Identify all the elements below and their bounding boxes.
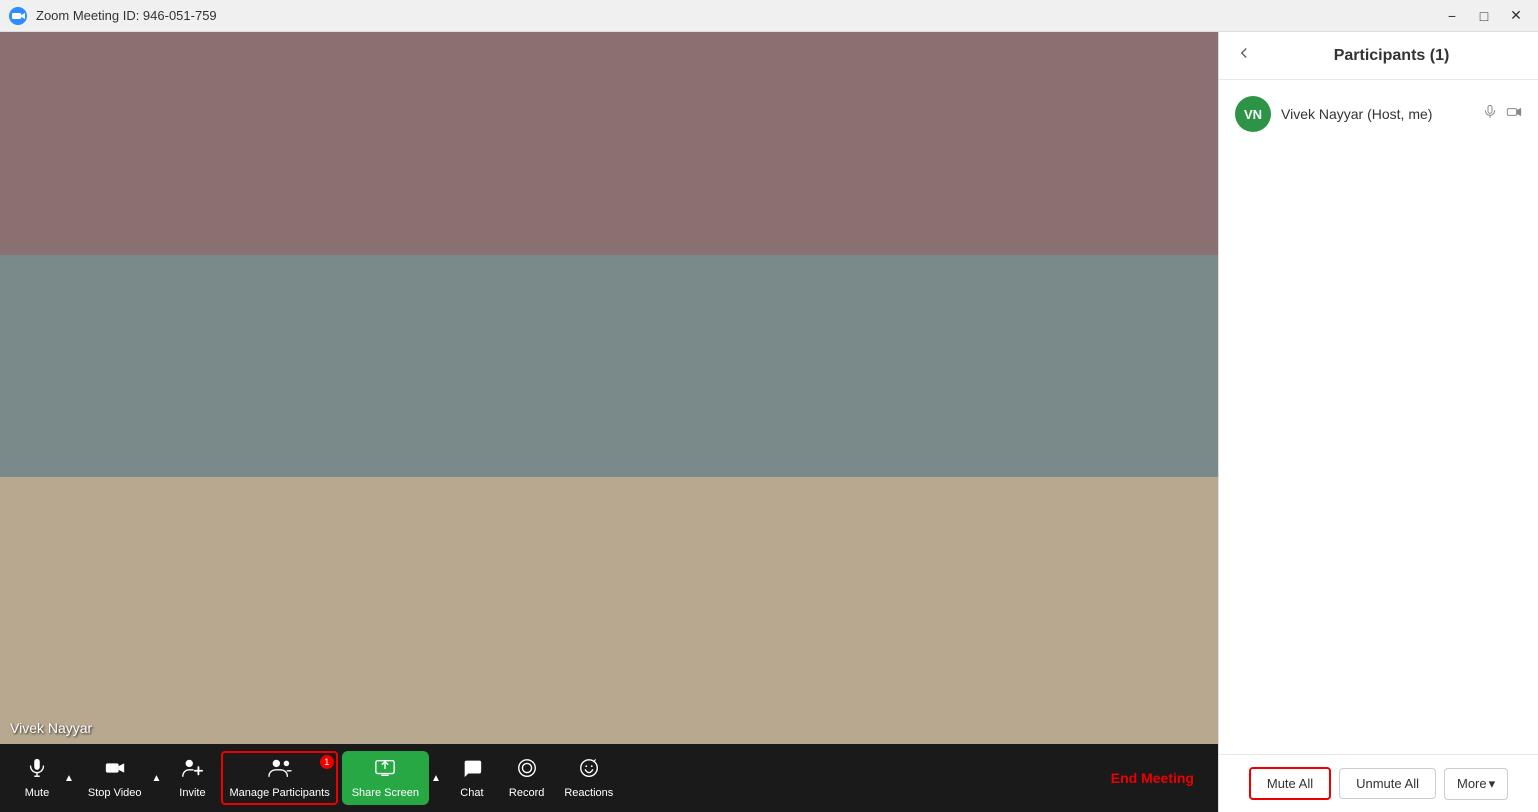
title-bar-left: Zoom Meeting ID: 946-051-759 [8,6,217,26]
panel-title: Participants (1) [1261,47,1522,65]
camera-icon [104,757,126,783]
record-button[interactable]: Record [501,751,552,805]
reactions-label: Reactions [564,787,613,799]
right-panel: Participants (1) VN Vivek Nayyar (Host, … [1218,32,1538,812]
participants-badge: 1 [320,755,334,769]
end-meeting-button[interactable]: End Meeting [1099,764,1206,792]
reactions-button[interactable]: Reactions [556,751,621,805]
participant-name: Vivek Nayyar (Host, me) [1281,106,1472,122]
invite-label: Invite [179,787,205,799]
main-layout: Vivek Nayyar Mute ▲ [0,32,1538,812]
video-segment-top [0,32,1218,255]
participant-name-overlay: Vivek Nayyar [10,720,92,736]
invite-icon [181,757,203,783]
zoom-logo-icon [8,6,28,26]
video-segments [0,32,1218,744]
mute-group: Mute ▲ [12,751,76,805]
participant-controls [1482,104,1522,125]
maximize-button[interactable]: □ [1470,5,1498,27]
video-area: Vivek Nayyar Mute ▲ [0,32,1218,812]
record-label: Record [509,787,544,799]
share-screen-group: Share Screen ▲ [342,751,443,805]
more-button[interactable]: More ▾ [1444,768,1508,800]
manage-participants-button[interactable]: 1 Manage Participants [221,751,337,805]
video-content: Vivek Nayyar [0,32,1218,744]
mute-button[interactable]: Mute [12,751,62,805]
mute-all-button[interactable]: Mute All [1249,767,1331,800]
share-screen-button[interactable]: Share Screen [342,751,429,805]
chat-label: Chat [460,787,483,799]
close-button[interactable]: ✕ [1502,5,1530,27]
minimize-button[interactable]: − [1438,5,1466,27]
participant-list: VN Vivek Nayyar (Host, me) [1219,80,1538,754]
video-segment-bottom [0,477,1218,744]
video-segment-mid [0,255,1218,478]
manage-participants-label: Manage Participants [229,787,329,799]
reactions-icon [578,757,600,783]
stop-video-button[interactable]: Stop Video [80,751,150,805]
mute-chevron[interactable]: ▲ [62,769,76,788]
chat-button[interactable]: Chat [447,751,497,805]
mute-label: Mute [25,787,49,799]
share-chevron[interactable]: ▲ [429,769,443,788]
avatar: VN [1235,96,1271,132]
more-label: More [1457,776,1487,791]
mic-icon [26,757,48,783]
panel-footer: Mute All Unmute All More ▾ [1219,754,1538,812]
participant-mic-icon [1482,104,1498,125]
unmute-all-button[interactable]: Unmute All [1339,768,1436,799]
title-bar-controls: − □ ✕ [1438,5,1530,27]
toolbar: Mute ▲ Stop Video ▲ [0,744,1218,812]
video-chevron[interactable]: ▲ [150,769,164,788]
share-screen-icon [374,757,396,783]
panel-collapse-button[interactable] [1235,44,1253,67]
stop-video-group: Stop Video ▲ [80,751,164,805]
invite-button[interactable]: Invite [167,751,217,805]
more-chevron-icon: ▾ [1489,776,1496,792]
participants-icon [267,757,293,783]
stop-video-label: Stop Video [88,787,142,799]
chat-icon [461,757,483,783]
participant-item: VN Vivek Nayyar (Host, me) [1219,88,1538,140]
record-icon [516,757,538,783]
share-screen-label: Share Screen [352,787,419,799]
panel-header: Participants (1) [1219,32,1538,80]
title-bar: Zoom Meeting ID: 946-051-759 − □ ✕ [0,0,1538,32]
participant-video-icon [1506,104,1522,125]
meeting-id-label: Zoom Meeting ID: 946-051-759 [36,8,217,23]
